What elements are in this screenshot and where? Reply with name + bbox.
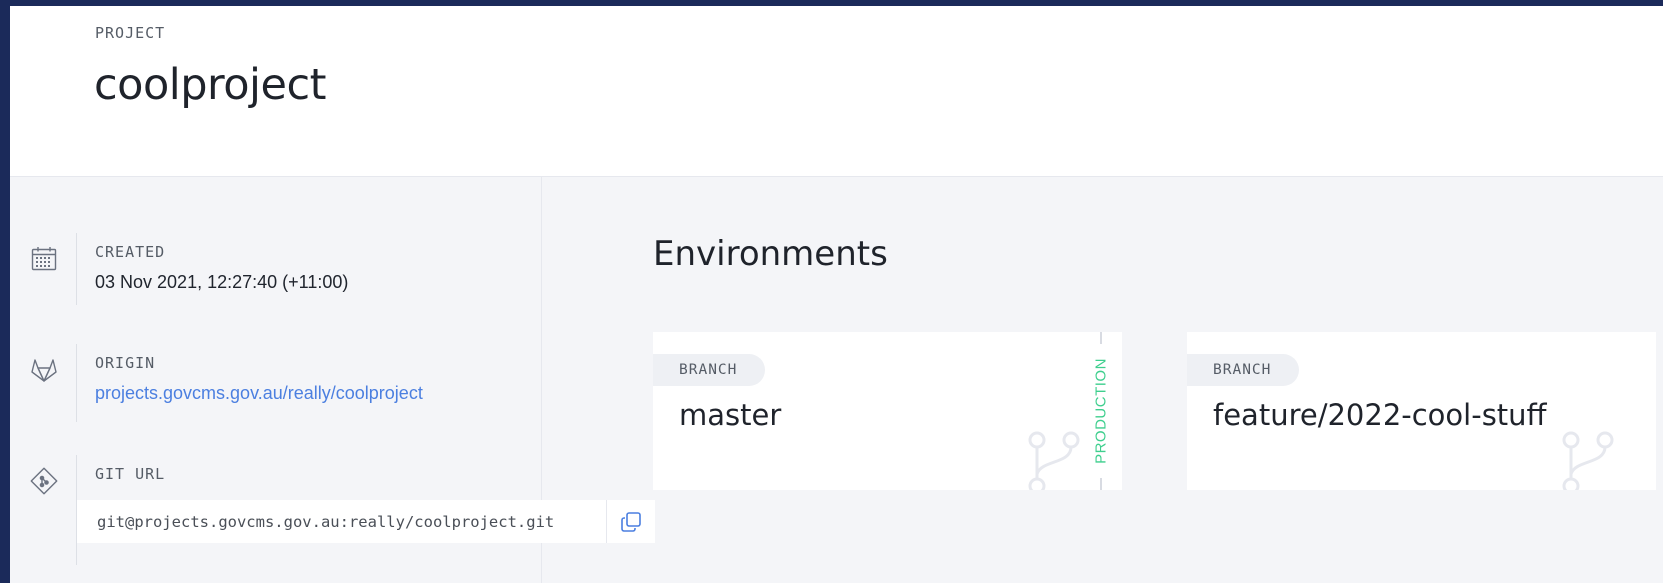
environments-heading: Environments bbox=[653, 234, 888, 274]
git-url-label: GIT URL bbox=[95, 465, 166, 483]
branch-eyebrow: BRANCH bbox=[1213, 362, 1272, 378]
calendar-icon bbox=[28, 243, 60, 275]
origin-link[interactable]: projects.govcms.gov.au/really/coolprojec… bbox=[95, 383, 423, 404]
branch-name: master bbox=[679, 398, 782, 432]
git-url-value[interactable]: git@projects.govcms.gov.au:really/coolpr… bbox=[77, 513, 606, 531]
production-tag: PRODUCTION bbox=[1090, 332, 1112, 490]
production-line bbox=[1100, 478, 1102, 490]
project-title: coolproject bbox=[94, 60, 326, 110]
project-page: PROJECT coolproject CREATED 03 Nov 2021,… bbox=[10, 6, 1663, 583]
git-branch-icon bbox=[1028, 431, 1080, 490]
branch-name: feature/2022-cool-stuff bbox=[1213, 398, 1547, 432]
branch-pill: BRANCH bbox=[1187, 354, 1300, 386]
branch-eyebrow: BRANCH bbox=[679, 362, 738, 378]
copy-button[interactable] bbox=[606, 500, 655, 543]
production-label: PRODUCTION bbox=[1092, 358, 1110, 464]
branch-pill: BRANCH bbox=[653, 354, 766, 386]
production-line bbox=[1100, 332, 1102, 344]
gitlab-icon bbox=[28, 354, 60, 386]
detail-divider bbox=[76, 233, 77, 305]
environment-card-master[interactable]: BRANCH master PRODUCTION bbox=[653, 332, 1122, 490]
project-header: PROJECT coolproject bbox=[10, 6, 1663, 177]
project-eyebrow: PROJECT bbox=[95, 24, 166, 42]
project-details: CREATED 03 Nov 2021, 12:27:40 (+11:00) O… bbox=[10, 177, 655, 583]
created-value: 03 Nov 2021, 12:27:40 (+11:00) bbox=[95, 272, 349, 292]
git-icon bbox=[28, 465, 60, 497]
detail-divider bbox=[76, 344, 77, 422]
created-label: CREATED bbox=[95, 243, 166, 261]
origin-label: ORIGIN bbox=[95, 354, 156, 372]
git-url-box: git@projects.govcms.gov.au:really/coolpr… bbox=[77, 500, 655, 543]
copy-icon bbox=[621, 511, 641, 532]
git-branch-icon bbox=[1562, 431, 1614, 490]
environment-card-feature[interactable]: BRANCH feature/2022-cool-stuff bbox=[1187, 332, 1656, 490]
